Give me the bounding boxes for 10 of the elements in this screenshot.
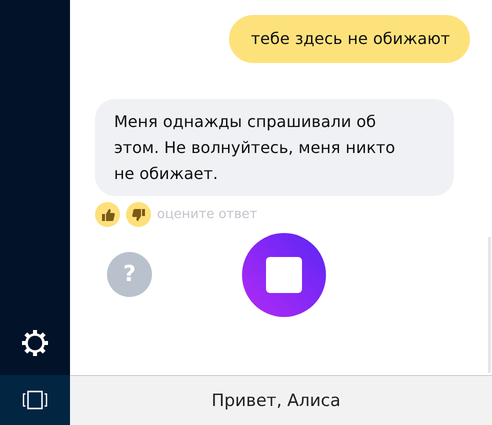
thumbs-down-button[interactable] [126, 202, 151, 227]
assistant-message: Меня однажды спрашивали об этом. Не волнуйтесь, меня никто не обижает. [95, 99, 454, 196]
search-field[interactable]: Привет, Алиса [70, 375, 492, 425]
thumbs-down-icon [132, 208, 146, 222]
task-view-icon[interactable] [22, 390, 48, 410]
rating-prompt: оцените ответ [157, 207, 258, 222]
thumbs-up-icon [100, 208, 114, 222]
thumbs-up-button[interactable] [95, 202, 120, 227]
user-message: тебе здесь не обижают [228, 15, 470, 63]
settings-icon[interactable] [21, 329, 49, 357]
